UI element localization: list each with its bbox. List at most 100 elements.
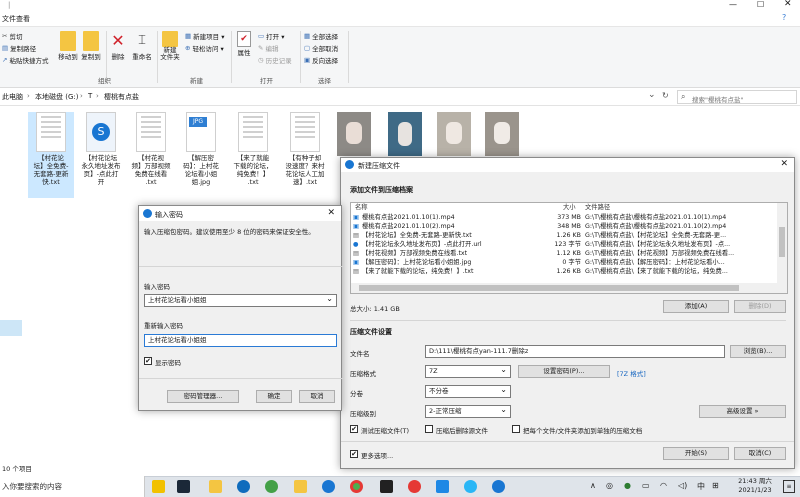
nav-selected-item[interactable] (0, 320, 22, 336)
delete-source-checkbox[interactable] (425, 425, 433, 433)
cancel-button[interactable]: 取消(C) (734, 447, 786, 460)
network-icon[interactable]: ▭ (642, 481, 650, 490)
edit-button[interactable]: ✎ 编辑 (258, 43, 278, 53)
reenter-password-input[interactable]: 上村花论坛看小姐姐 (144, 334, 337, 347)
cut-button[interactable]: ✂ 剪切 (2, 31, 22, 41)
minimize-icon[interactable]: — (729, 0, 737, 9)
cancel-button[interactable]: 取消 (299, 390, 335, 403)
video-thumbnail[interactable] (485, 112, 519, 156)
video-thumbnail[interactable] (337, 112, 371, 156)
volume-icon[interactable]: ◁) (678, 481, 687, 490)
table-row[interactable]: ▣ 【解压密码】：上村花论坛看小姐姐.jpg 0 字节 G:\T\樱桃有点盐\【解压密… (353, 259, 783, 267)
new-folder-button[interactable]: 新建 文件夹 (160, 31, 180, 61)
select-none-button[interactable]: ▢ 全部取消 (304, 43, 338, 53)
password-manager-button[interactable]: 密码管理器... (167, 390, 239, 403)
ime-indicator[interactable]: 中 (697, 481, 705, 492)
advanced-settings-button[interactable]: 高级设置 » (699, 405, 786, 418)
close-icon[interactable]: ✕ (780, 159, 788, 169)
copy-to-button[interactable]: 复制到 (80, 31, 102, 61)
breadcrumb-drive[interactable]: 本地磁盘 (G:) (35, 92, 78, 102)
start-button[interactable]: 开始(S) (663, 447, 729, 460)
show-password-checkbox[interactable]: ✔ (144, 357, 152, 365)
search-box[interactable]: ⌕ 搜索"樱桃有点盐" (677, 90, 797, 104)
maximize-icon[interactable]: ☐ (757, 0, 764, 9)
select-all-button[interactable]: ▦ 全部选择 (304, 31, 338, 41)
table-row[interactable]: ▤ 【村花视频】万部视频免费在线看.txt 1.12 KB G:\T\樱桃有点盐\【村… (353, 250, 783, 258)
breadcrumb-folder[interactable]: 樱桃有点盐 (104, 92, 139, 102)
file-item[interactable]: 【村花论 坛】全免费- 无套路-更新 快.txt (28, 112, 74, 198)
delete-button[interactable]: 删除(D) (734, 300, 786, 313)
close-icon[interactable]: ✕ (784, 0, 792, 9)
help-icon[interactable]: ? (782, 13, 786, 22)
table-row[interactable]: ▤ 【村花论坛】全免费-无套路-更新快.txt 1.26 KB G:\T\樱桃有点盐\… (353, 232, 783, 240)
folder-icon[interactable] (294, 480, 307, 493)
steam-icon[interactable] (177, 480, 190, 493)
add-button[interactable]: 添加(A) (663, 300, 729, 313)
rename-button[interactable]: ⌶ 重命名 (130, 31, 154, 61)
taskbar-search[interactable]: 入你要搜索的内容 (0, 476, 145, 497)
table-row[interactable]: ▣ 樱桃有点盐2021.01.10(1).mp4 373 MB G:\T\樱桃有点盐\… (353, 214, 783, 222)
wps-icon[interactable] (152, 480, 165, 493)
separate-archives-checkbox[interactable] (512, 425, 520, 433)
copy-path-button[interactable]: ▤ 复制路径 (2, 43, 36, 53)
new-item-button[interactable]: ▦ 新建项目 ▾ (185, 31, 225, 41)
notification-icon[interactable]: ≡ (783, 480, 795, 493)
scrollbar[interactable] (777, 203, 787, 293)
wechat-icon[interactable] (265, 480, 278, 493)
file-item[interactable]: JPG 【解压密 码】：上村花 论坛看小姐 姐.jpg (178, 112, 224, 186)
ok-button[interactable]: 确定 (256, 390, 292, 403)
delete-button[interactable]: ✕ 删除 (108, 31, 128, 61)
table-row[interactable]: ● 【村花论坛永久地址发布页】-点此打开.url 123 字节 G:\T\樱桃有点盐\… (353, 241, 783, 249)
wifi-icon[interactable]: ◠ (660, 481, 667, 490)
file-explorer-icon[interactable] (209, 480, 222, 493)
terminal-icon[interactable] (380, 480, 393, 493)
app-icon[interactable] (464, 480, 477, 493)
more-options-checkbox[interactable]: ✔ (350, 450, 358, 458)
set-password-button[interactable]: 设置密码(P)... (518, 365, 610, 378)
paste-shortcut-button[interactable]: ↗ 粘贴快捷方式 (2, 55, 48, 65)
video-thumbnail[interactable] (437, 112, 471, 156)
chrome-icon[interactable] (350, 480, 363, 493)
format-select[interactable]: 7Z (425, 365, 511, 378)
tray-up-icon[interactable]: ∧ (590, 481, 596, 490)
tab-view[interactable]: 查看 (16, 14, 30, 24)
tab-file[interactable]: 文件 (2, 14, 16, 24)
properties-button[interactable]: ✔ 属性 (234, 31, 254, 57)
navigation-pane[interactable] (0, 106, 28, 476)
wechat-tray-icon[interactable]: ● (624, 481, 631, 490)
feishu-icon[interactable] (436, 480, 449, 493)
7zip-icon[interactable] (492, 480, 505, 493)
filename-field[interactable]: D:\111\樱桃有点yan-111.7删除z (425, 345, 725, 358)
history-button[interactable]: ◷ 历史记录 (258, 55, 292, 65)
easy-access-button[interactable]: ⊕ 轻松访问 ▾ (185, 43, 224, 53)
table-row[interactable]: ▣ 樱桃有点盐2021.01.10(2).mp4 348 MB G:\T\樱桃有点盐\… (353, 223, 783, 231)
breadcrumb-this-pc[interactable]: 此电脑 (2, 92, 23, 102)
chevron-down-icon[interactable]: ⌄ (648, 90, 656, 100)
close-icon[interactable]: ✕ (327, 208, 335, 218)
test-archive-checkbox[interactable]: ✔ (350, 425, 358, 433)
tray-app-icon[interactable]: ◎ (606, 481, 613, 490)
breadcrumb-t[interactable]: T (88, 92, 92, 100)
password-input[interactable]: 上村花论坛看小姐姐 (144, 294, 337, 307)
file-item[interactable]: 【有种子却 没速度？来村 花论坛人工加 速】.txt (282, 112, 328, 186)
level-select[interactable]: 2-正常压缩 (425, 405, 511, 418)
open-button[interactable]: ▭ 打开 ▾ (258, 31, 285, 41)
sogou-icon[interactable] (322, 480, 335, 493)
clock[interactable]: 21:43 周六 2021/1/23 (730, 477, 780, 496)
table-row[interactable]: ▤ 【来了就能下载的论坛，纯免费！】.txt 1.26 KB G:\T\樱桃有点盐\【… (353, 268, 783, 276)
file-list[interactable]: 名称 大小 文件路径 ▣ 樱桃有点盐2021.01.10(1).mp4 373 MB… (350, 202, 788, 294)
video-thumbnail[interactable] (388, 112, 422, 156)
netease-music-icon[interactable] (408, 480, 421, 493)
invert-selection-button[interactable]: ▣ 反向选择 (304, 55, 338, 65)
refresh-icon[interactable]: ↻ (662, 91, 669, 100)
file-item[interactable]: 【村花视 频】万部视频 免费在线看 .txt (128, 112, 174, 186)
file-item[interactable]: 【来了就能 下载的论坛， 纯免费！】 .txt (230, 112, 276, 186)
date: 2021/1/23 (738, 486, 772, 494)
edge-icon[interactable] (237, 480, 250, 493)
file-item[interactable]: S 【村花论坛 永久地址发布 页】-点此打开 (78, 112, 124, 186)
ime-toggle-icon[interactable]: ⊞ (712, 481, 719, 490)
split-select[interactable]: 不分卷 (425, 385, 511, 398)
move-to-button[interactable]: 移动到 (57, 31, 79, 61)
horizontal-scrollbar[interactable] (351, 283, 777, 293)
browse-button[interactable]: 浏览(B)... (730, 345, 786, 358)
